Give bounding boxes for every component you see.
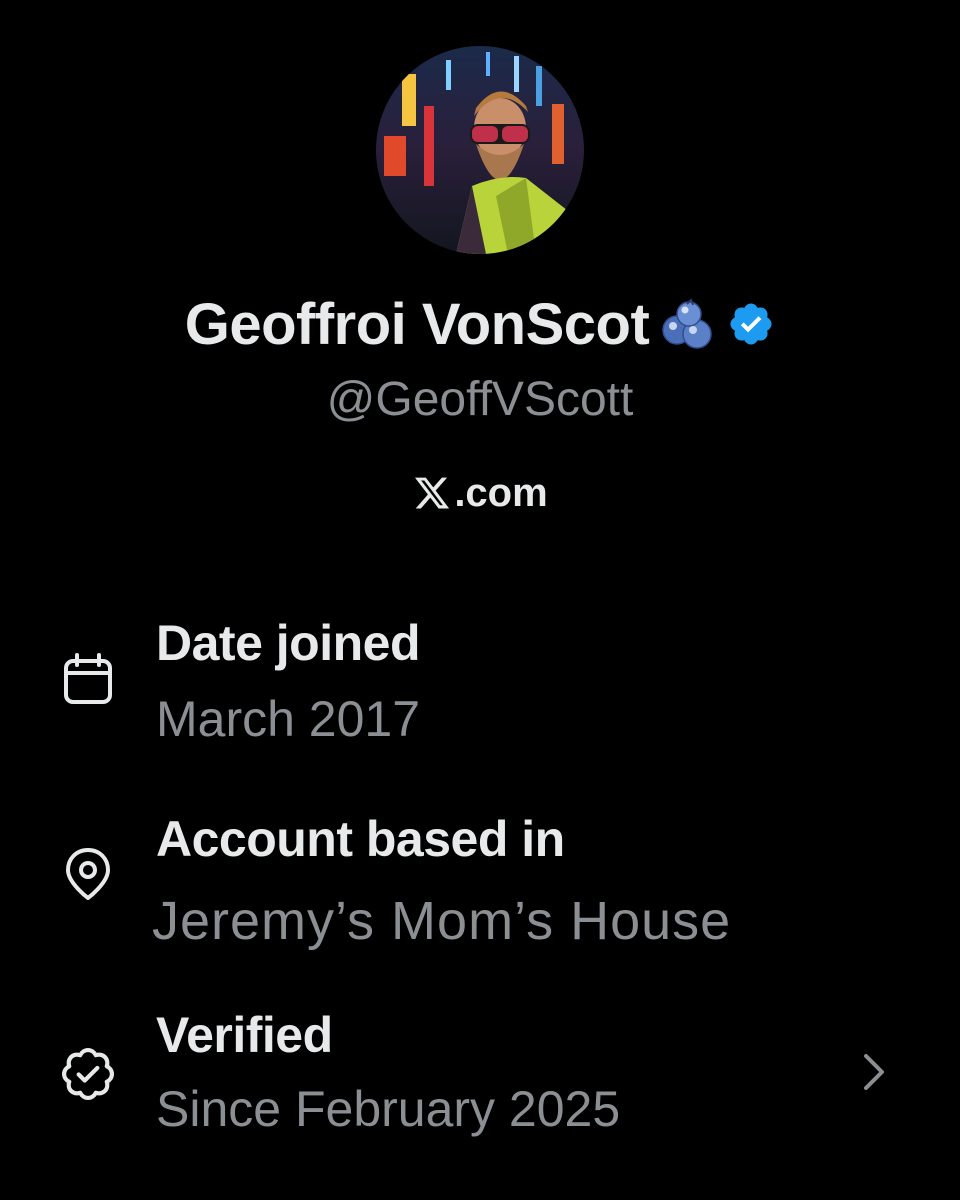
site-text: .com — [454, 470, 548, 515]
verified-badge-icon[interactable] — [727, 300, 775, 348]
display-name: Geoffroi VonScot — [184, 291, 650, 357]
date-joined-value: March 2017 — [156, 691, 421, 747]
profile-name-row: Geoffroi VonScot — [0, 288, 960, 360]
avatar[interactable] — [376, 46, 584, 254]
blueberries-icon — [659, 298, 717, 350]
chevron-right-icon[interactable] — [852, 1050, 896, 1094]
avatar-photo — [376, 46, 584, 254]
x-logo-icon — [412, 474, 452, 512]
verified-badge-icon — [60, 1046, 116, 1102]
date-joined-label: Date joined — [156, 615, 420, 671]
account-based-in-label: Account based in — [156, 811, 565, 867]
profile-handle: @GeoffVScott — [326, 373, 634, 426]
verified-label: Verified — [156, 1007, 333, 1063]
location-pin-icon — [60, 846, 116, 902]
verified-value: Since February 2025 — [156, 1081, 621, 1137]
profile-site[interactable]: .com — [0, 468, 960, 518]
calendar-icon — [60, 652, 116, 708]
account-based-in-value: Jeremy’s Mom’s House — [152, 891, 732, 951]
